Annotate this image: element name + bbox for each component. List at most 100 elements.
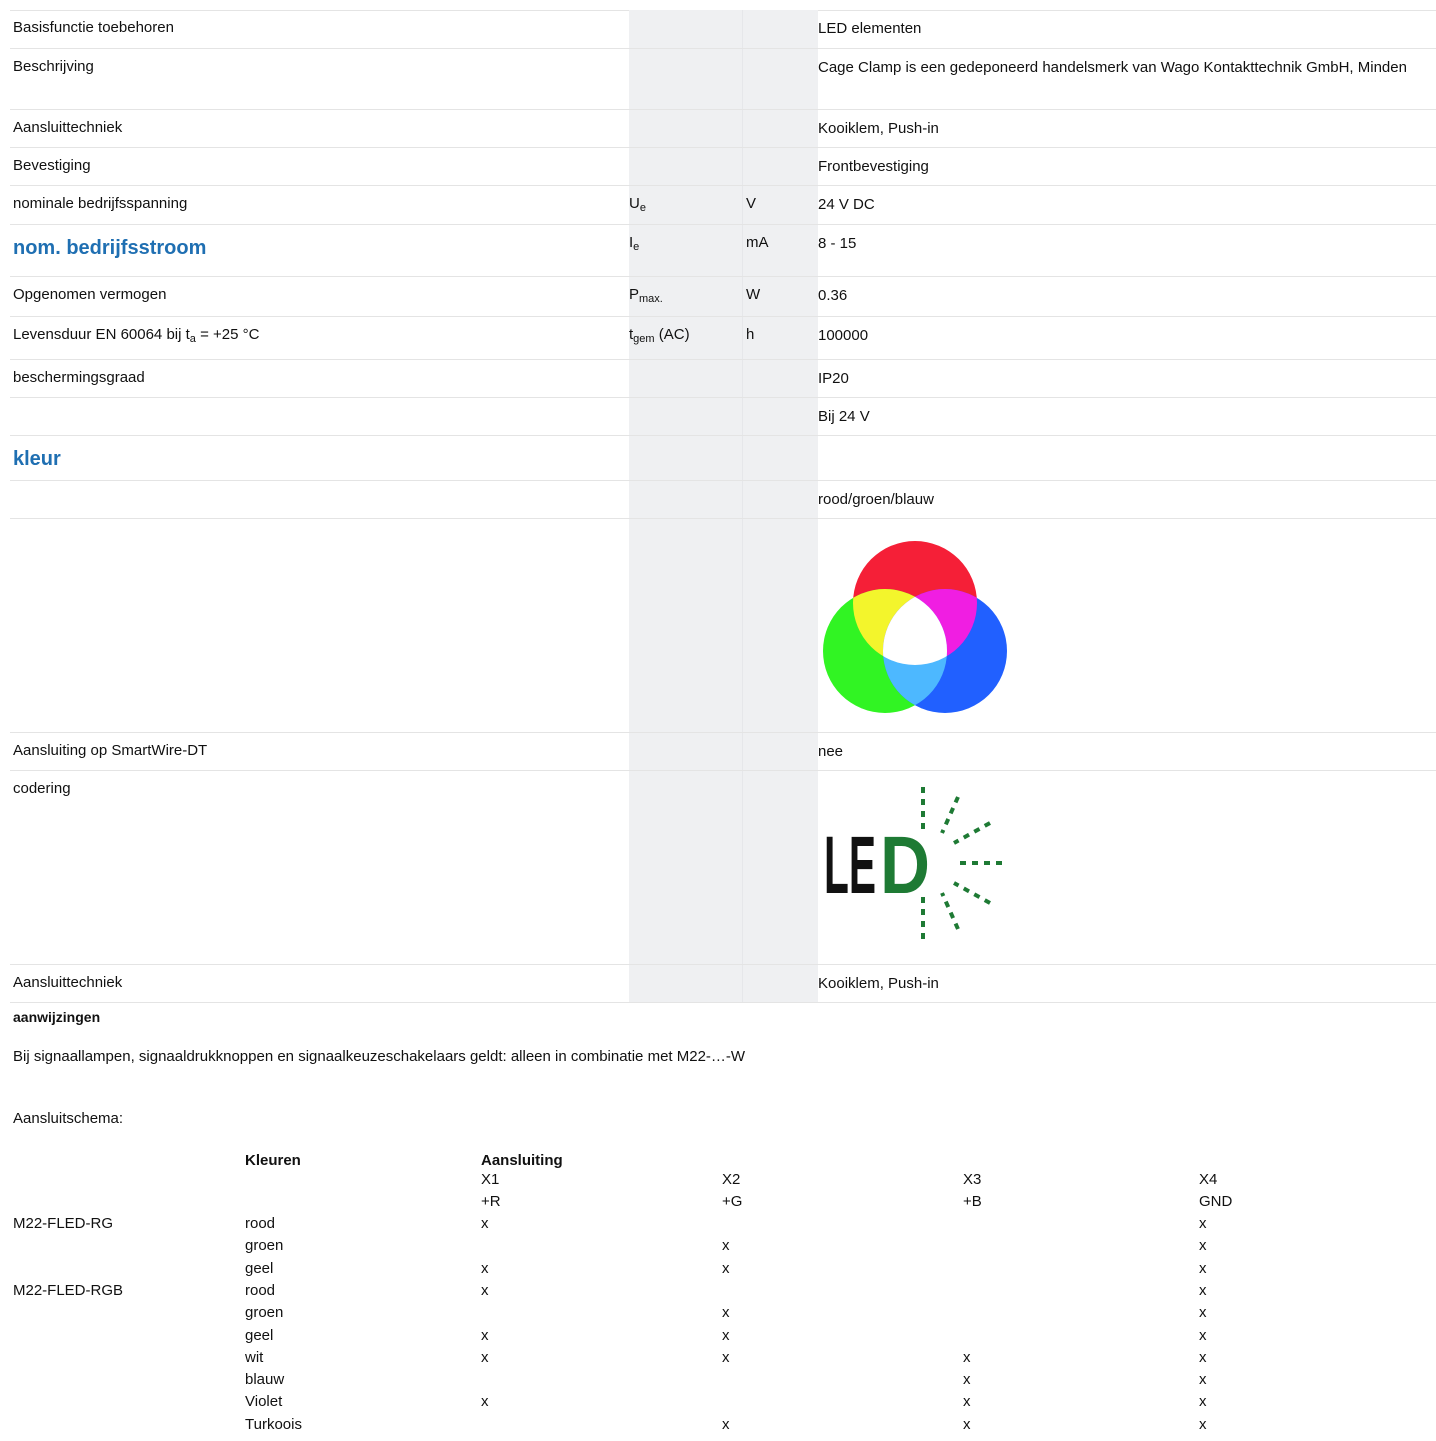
spec-label bbox=[10, 398, 629, 435]
matrix-row: Violet x x x bbox=[13, 1391, 1413, 1413]
connection-mark: x bbox=[481, 1215, 489, 1232]
connection-mark: x bbox=[722, 1348, 730, 1366]
terminal-label: X1 bbox=[481, 1171, 500, 1188]
spec-unit bbox=[743, 436, 818, 480]
spec-symbol bbox=[629, 519, 743, 732]
terminal-label: X4 bbox=[1199, 1171, 1218, 1188]
spec-row: kleur bbox=[10, 436, 1436, 481]
spec-symbol bbox=[629, 481, 743, 518]
connection-mark: x bbox=[722, 1326, 730, 1344]
spec-symbol bbox=[629, 436, 743, 480]
svg-text:LE: LE bbox=[824, 820, 876, 911]
spec-value: IP20 bbox=[818, 370, 849, 387]
matrix-terminal-row: X1 X2 X3 X4 bbox=[13, 1169, 1413, 1191]
spec-symbol bbox=[629, 148, 743, 185]
spec-unit bbox=[743, 481, 818, 518]
spec-row bbox=[10, 519, 1436, 733]
spec-unit bbox=[743, 49, 818, 109]
spec-symbol bbox=[629, 398, 743, 435]
spec-row: Aansluiting op SmartWire-DT nee bbox=[10, 733, 1436, 771]
spec-row: Levensduur EN 60064 bij ta = +25 °C tgem… bbox=[10, 317, 1436, 360]
matrix-row: geel x x x bbox=[13, 1258, 1413, 1280]
spec-value: nee bbox=[818, 743, 844, 760]
spec-label: beschermingsgraad bbox=[13, 369, 145, 386]
color-name: geel bbox=[245, 1326, 274, 1344]
color-name: Violet bbox=[245, 1393, 283, 1411]
connection-mark: x bbox=[481, 1281, 489, 1299]
spec-row: Beschrijving Cage Clamp is een gedeponee… bbox=[10, 49, 1436, 110]
spec-unit bbox=[743, 398, 818, 435]
color-name: groen bbox=[245, 1304, 284, 1322]
spec-symbol bbox=[629, 771, 743, 964]
spec-table: Basisfunctie toebehoren LED elementen Be… bbox=[10, 10, 1436, 1003]
signal-label: GND bbox=[1199, 1193, 1233, 1210]
spec-value: Cage Clamp is een gedeponeerd handelsmer… bbox=[818, 59, 1407, 76]
spec-unit bbox=[743, 360, 818, 397]
matrix-row: blauw x x bbox=[13, 1369, 1413, 1391]
spec-label: codering bbox=[13, 780, 71, 797]
connection-mark: x bbox=[963, 1415, 971, 1433]
spec-symbol bbox=[629, 49, 743, 109]
spec-label: Aansluittechniek bbox=[13, 119, 123, 136]
spec-value: 100000 bbox=[818, 327, 869, 344]
terminal-label: X2 bbox=[722, 1171, 741, 1188]
connection-mark: x bbox=[722, 1304, 730, 1322]
spec-label: Basisfunctie toebehoren bbox=[13, 19, 174, 36]
connection-mark: x bbox=[1199, 1281, 1207, 1299]
spec-symbol: tgem (AC) bbox=[629, 317, 743, 359]
color-name: geel bbox=[245, 1259, 274, 1277]
spec-symbol: Ie bbox=[629, 225, 743, 276]
spec-value: Frontbevestiging bbox=[818, 158, 929, 175]
spec-unit: mA bbox=[743, 225, 818, 276]
spec-label: Aansluittechniek bbox=[13, 974, 123, 991]
color-name: wit bbox=[245, 1348, 264, 1366]
model-name: M22-FLED-RG bbox=[13, 1215, 114, 1232]
spec-unit bbox=[743, 148, 818, 185]
spec-value: 0.36 bbox=[818, 287, 848, 304]
spec-label: Aansluiting op SmartWire-DT bbox=[13, 742, 208, 759]
rgb-color-circles-image bbox=[823, 541, 1007, 713]
spec-value: Kooiklem, Push-in bbox=[818, 120, 939, 137]
spec-row: beschermingsgraad IP20 bbox=[10, 360, 1436, 398]
notes-title: aanwijzingen bbox=[13, 1009, 101, 1025]
connection-mark: x bbox=[963, 1393, 971, 1411]
schema-title: Aansluitschema: bbox=[13, 1110, 124, 1127]
model-name: M22-FLED-RGB bbox=[13, 1281, 124, 1299]
connection-mark: x bbox=[1199, 1393, 1207, 1411]
connection-mark: x bbox=[481, 1326, 489, 1344]
matrix-row: geel x x x bbox=[13, 1325, 1413, 1347]
color-name: rood bbox=[245, 1215, 276, 1232]
spec-label: Bevestiging bbox=[13, 157, 91, 174]
spec-unit: V bbox=[743, 186, 818, 224]
spec-row: nom. bedrijfsstroom Ie mA 8 - 15 bbox=[10, 225, 1436, 277]
spec-value: Kooiklem, Push-in bbox=[818, 975, 939, 992]
spec-symbol bbox=[629, 10, 743, 48]
spec-label: Levensduur EN 60064 bij ta = +25 °C bbox=[13, 326, 260, 345]
spec-unit bbox=[743, 10, 818, 48]
spec-row: rood/groen/blauw bbox=[10, 481, 1436, 519]
spec-value: LED elementen bbox=[818, 20, 922, 37]
connection-mark: x bbox=[722, 1237, 730, 1255]
connection-mark: x bbox=[1199, 1259, 1207, 1277]
connection-mark: x bbox=[722, 1415, 730, 1433]
rgb-image-cell bbox=[818, 519, 1436, 732]
spec-symbol bbox=[629, 733, 743, 770]
spec-row: Bij 24 V bbox=[10, 398, 1436, 436]
connection-mark: x bbox=[1199, 1348, 1207, 1366]
spec-value: 8 - 15 bbox=[818, 235, 857, 252]
spec-row: nominale bedrijfsspanning Ue V 24 V DC bbox=[10, 186, 1436, 225]
spec-symbol bbox=[629, 360, 743, 397]
matrix-row: M22-FLED-RGB rood x x bbox=[13, 1280, 1413, 1302]
spec-unit bbox=[743, 110, 818, 147]
connection-mark: x bbox=[722, 1259, 730, 1277]
spec-value: Bij 24 V bbox=[818, 408, 870, 425]
connection-mark: x bbox=[963, 1371, 971, 1389]
signal-label: +B bbox=[963, 1193, 982, 1210]
matrix-signal-row: +R +G +B GND bbox=[13, 1191, 1413, 1213]
signal-label: +R bbox=[481, 1193, 501, 1210]
spec-unit bbox=[743, 733, 818, 770]
spec-symbol: Pmax. bbox=[629, 277, 743, 316]
matrix-row: Turkoois x x x bbox=[13, 1414, 1413, 1436]
spec-label: Opgenomen vermogen bbox=[13, 286, 167, 303]
section-heading: kleur bbox=[13, 448, 61, 470]
